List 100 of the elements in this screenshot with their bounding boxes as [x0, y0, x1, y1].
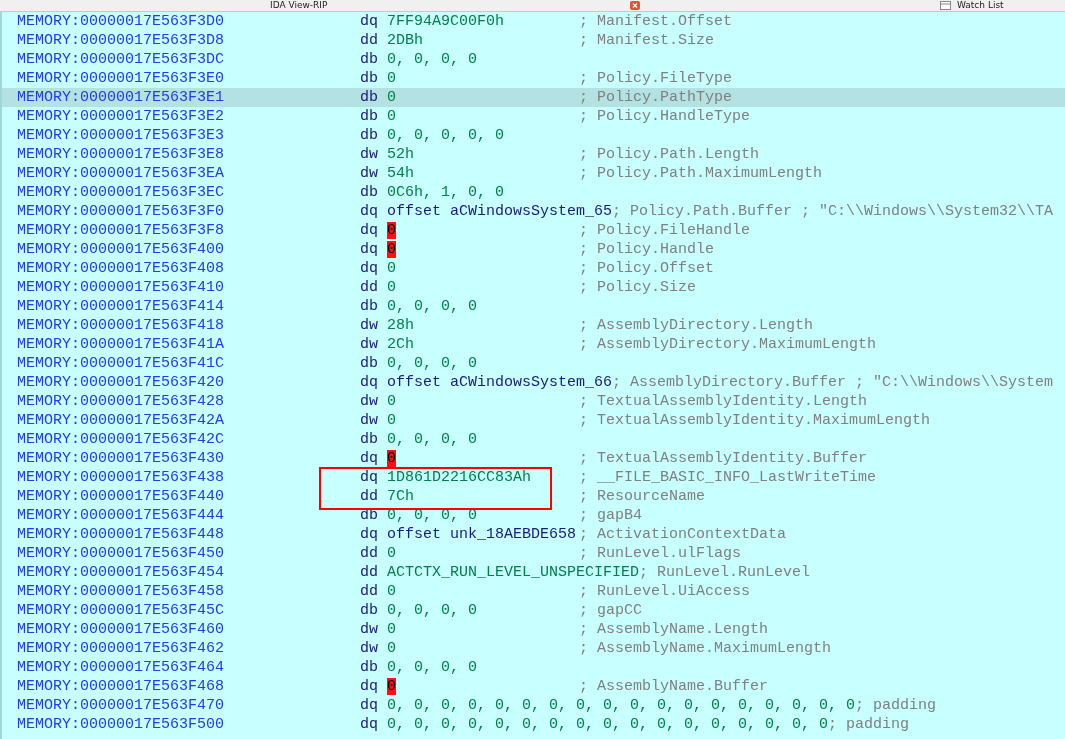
highlighted-operand: 0 [387, 241, 396, 258]
address-label: MEMORY:00000017E563F418 [16, 316, 226, 335]
close-icon[interactable] [630, 1, 640, 10]
comment-text: ; Policy.Size [579, 278, 697, 297]
address-label: MEMORY:00000017E563F3E3 [16, 126, 226, 145]
address-label: MEMORY:00000017E563F41C [16, 354, 226, 373]
directive-label: dq [360, 12, 379, 31]
operand-value[interactable]: offset aCWindowsSystem_66 [387, 374, 613, 391]
operand-value: 0, 0, 0, 0, 0 [387, 127, 505, 144]
comment-text: ; TextualAssemblyIdentity.Length [579, 392, 868, 411]
address-label: MEMORY:00000017E563F450 [16, 544, 226, 563]
operand-value: 0C6h, 1, 0, 0 [387, 184, 505, 201]
operand-value: 52h [387, 146, 414, 163]
address-label: MEMORY:00000017E563F3F8 [16, 221, 226, 240]
comment-text: ; padding [855, 696, 937, 715]
comment-text: ; RunLevel.UiAccess [579, 582, 751, 601]
operand-value: 0 [387, 393, 396, 410]
address-label: MEMORY:00000017E563F468 [16, 677, 226, 696]
directive-label: dd [360, 544, 379, 563]
directive-label: dq [360, 240, 379, 259]
address-label: MEMORY:00000017E563F3D0 [16, 12, 226, 31]
directive-label: db [360, 107, 379, 126]
comment-text: ; Policy.PathType [579, 88, 733, 107]
address-label: MEMORY:00000017E563F3E2 [16, 107, 226, 126]
address-label: MEMORY:00000017E563F408 [16, 259, 226, 278]
comment-text: ; Manifest.Size [579, 31, 715, 50]
tab-label[interactable]: IDA View-RIP [270, 0, 328, 11]
operand-value: 7FF94A9C00F0h [387, 13, 505, 30]
comment-text: ; padding [828, 715, 910, 734]
operand-value[interactable]: offset aCWindowsSystem_65 [387, 203, 613, 220]
directive-label: db [360, 126, 379, 145]
operand-value: ACTCTX_RUN_LEVEL_UNSPECIFIED [387, 564, 640, 581]
directive-label: dw [360, 392, 379, 411]
address-label: MEMORY:00000017E563F500 [16, 715, 226, 734]
address-label: MEMORY:00000017E563F41A [16, 335, 226, 354]
operand-value: 0 [387, 279, 396, 296]
comment-text: ; Policy.FileType [579, 69, 733, 88]
comment-text: ; TextualAssemblyIdentity.Buffer [579, 449, 868, 468]
address-label: MEMORY:00000017E563F428 [16, 392, 226, 411]
window-icon[interactable] [940, 1, 951, 10]
operand-value: 2DBh [387, 32, 423, 49]
directive-label: dw [360, 639, 379, 658]
directive-label: dq [360, 259, 379, 278]
tab-label[interactable]: Watch List [957, 0, 1004, 11]
address-label: MEMORY:00000017E563F45C [16, 601, 226, 620]
directive-label: db [360, 183, 379, 202]
comment-text: ; Policy.Offset [579, 259, 715, 278]
address-label: MEMORY:00000017E563F400 [16, 240, 226, 259]
directive-label: db [360, 601, 379, 620]
address-label: MEMORY:00000017E563F3EC [16, 183, 226, 202]
address-label: MEMORY:00000017E563F410 [16, 278, 226, 297]
operand-value: 7Ch [387, 488, 414, 505]
comment-text: ; AssemblyDirectory.MaximumLength [579, 335, 877, 354]
operand-value: 0, 0, 0, 0 [387, 602, 477, 619]
operand-value: 0, 0, 0, 0, 0, 0, 0, 0, 0, 0, 0, 0, 0, 0, 0, 0, 0, 0 [387, 697, 856, 714]
address-label: MEMORY:00000017E563F414 [16, 297, 226, 316]
directive-label: dq [360, 715, 379, 734]
operand-value[interactable]: offset unk_18AEBDE658 [387, 526, 577, 543]
comment-text: ; RunLevel.RunLevel [639, 563, 811, 582]
comment-text: ; ActivationContextData [579, 525, 787, 544]
directive-label: db [360, 88, 379, 107]
address-label: MEMORY:00000017E563F448 [16, 525, 226, 544]
comment-text: ; RunLevel.ulFlags [579, 544, 742, 563]
address-label: MEMORY:00000017E563F464 [16, 658, 226, 677]
address-label: MEMORY:00000017E563F454 [16, 563, 226, 582]
operand-value: 0, 0, 0, 0 [387, 298, 477, 315]
address-label: MEMORY:00000017E563F462 [16, 639, 226, 658]
address-label: MEMORY:00000017E563F430 [16, 449, 226, 468]
address-label: MEMORY:00000017E563F458 [16, 582, 226, 601]
address-label: MEMORY:00000017E563F444 [16, 506, 226, 525]
highlighted-row[interactable]: MEMORY:00000017E563F3E1 db 0 ; Policy.PathType [2, 88, 1065, 107]
address-label: MEMORY:00000017E563F440 [16, 487, 226, 506]
operand-value: 28h [387, 317, 414, 334]
directive-label: db [360, 658, 379, 677]
operand-value: 0, 0, 0, 0 [387, 355, 477, 372]
comment-text: ; Policy.FileHandle [579, 221, 751, 240]
comment-text: ; Policy.HandleType [579, 107, 751, 126]
comment-text: ; Manifest.Offset [579, 12, 733, 31]
operand-value: 1D861D2216CC83Ah [387, 469, 532, 486]
comment-text: ; __FILE_BASIC_INFO_LastWriteTime [579, 468, 877, 487]
address-label: MEMORY:00000017E563F3F0 [16, 202, 226, 221]
operand-value: 0 [387, 108, 396, 125]
directive-label: db [360, 354, 379, 373]
address-label: MEMORY:00000017E563F42A [16, 411, 226, 430]
address-label: MEMORY:00000017E563F3E1 [16, 88, 226, 107]
operand-value: 0, 0, 0, 0 [387, 51, 477, 68]
comment-text: ; Policy.Path.Buffer ; "C:\\Windows\\System32\\TA [612, 202, 1054, 221]
comment-text: ; Policy.Path.Length [579, 145, 760, 164]
address-label: MEMORY:00000017E563F470 [16, 696, 226, 715]
comment-text: ; AssemblyName.Length [579, 620, 769, 639]
directive-label: dd [360, 563, 379, 582]
directive-label: db [360, 297, 379, 316]
address-label: MEMORY:00000017E563F3E0 [16, 69, 226, 88]
comment-text: ; AssemblyName.MaximumLength [579, 639, 832, 658]
address-label: MEMORY:00000017E563F42C [16, 430, 226, 449]
operand-value: 0 [387, 583, 396, 600]
directive-label: dq [360, 373, 379, 392]
directive-label: dw [360, 335, 379, 354]
operand-value: 0 [387, 545, 396, 562]
address-label: MEMORY:00000017E563F460 [16, 620, 226, 639]
